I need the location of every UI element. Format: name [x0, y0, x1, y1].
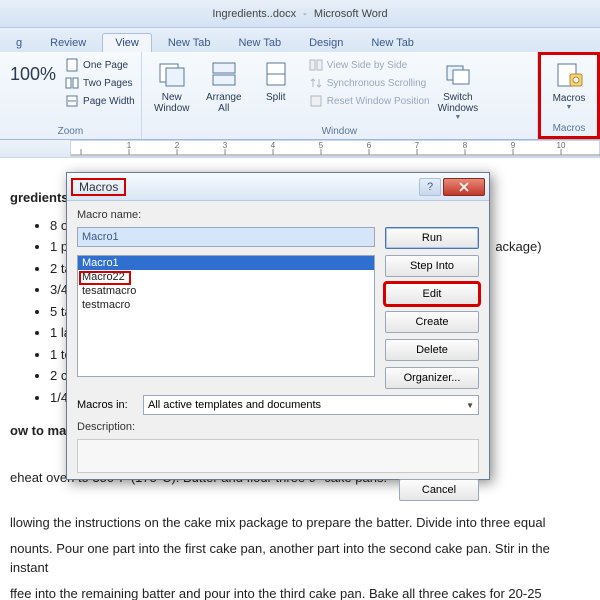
macros-in-label: Macros in: [77, 399, 137, 411]
macros-in-value: All active templates and documents [148, 399, 321, 411]
ribbon: 100% One Page Two Pages Page Width Zoom [0, 52, 600, 140]
macros-in-row: Macros in: All active templates and docu… [77, 395, 479, 415]
two-pages-button[interactable]: Two Pages [64, 74, 135, 92]
group-macros-label: Macros [545, 121, 593, 136]
group-zoom: 100% One Page Two Pages Page Width Zoom [0, 52, 142, 139]
title-separator: - [303, 8, 307, 20]
app-name: Microsoft Word [314, 8, 388, 20]
macro-list-item[interactable]: testmacro [78, 298, 374, 312]
paragraph: ffee into the remaining batter and pour … [10, 584, 590, 600]
page-width-label: Page Width [83, 96, 135, 107]
macros-button[interactable]: Macros ▼ [545, 57, 593, 113]
split-button[interactable]: Split [252, 56, 300, 105]
side-by-side-label: View Side by Side [327, 60, 407, 71]
page-width-icon [64, 93, 80, 109]
svg-text:8: 8 [463, 141, 468, 150]
help-icon: ? [427, 181, 433, 193]
macro-list-item[interactable]: tesatmacro [78, 284, 374, 298]
help-button[interactable]: ? [419, 178, 441, 196]
delete-button[interactable]: Delete [385, 339, 479, 361]
svg-text:5: 5 [319, 141, 324, 150]
new-window-icon [156, 58, 188, 90]
title-bar: Ingredients..docx - Microsoft Word [0, 0, 600, 28]
arrange-all-button[interactable]: Arrange All [200, 56, 248, 116]
new-window-label: New Window [154, 92, 190, 114]
svg-text:9: 9 [511, 141, 516, 150]
description-box [77, 439, 479, 473]
macro-list-item[interactable]: Macro22 [78, 270, 374, 284]
dialog-title-highlight: Macros [71, 178, 126, 196]
macro-list[interactable]: Macro1 Macro22 tesatmacro testmacro [77, 255, 375, 377]
one-page-icon [64, 57, 80, 73]
side-by-side-icon [308, 57, 324, 73]
macro-list-item[interactable]: Macro1 [78, 256, 374, 270]
run-button[interactable]: Run [385, 227, 479, 249]
group-zoom-label: Zoom [6, 124, 135, 139]
document-name: Ingredients..docx [212, 8, 296, 20]
organizer-button[interactable]: Organizer... [385, 367, 479, 389]
svg-text:1: 1 [127, 141, 132, 150]
dialog-titlebar[interactable]: Macros ? [67, 173, 489, 201]
cancel-button[interactable]: Cancel [399, 479, 479, 501]
tab-review[interactable]: Review [38, 34, 98, 52]
description-label: Description: [77, 421, 479, 433]
sync-scroll-label: Synchronous Scrolling [327, 78, 427, 89]
macro-name-label: Macro name: [77, 209, 375, 221]
tab-new-3[interactable]: New Tab [359, 34, 426, 52]
group-window-label: Window [148, 124, 531, 139]
create-button[interactable]: Create [385, 311, 479, 333]
svg-text:3: 3 [223, 141, 228, 150]
tab-new-2[interactable]: New Tab [226, 34, 293, 52]
zoom-percent[interactable]: 100% [6, 56, 60, 93]
sync-scrolling-button: Synchronous Scrolling [308, 74, 430, 92]
new-window-button[interactable]: New Window [148, 56, 196, 116]
one-page-label: One Page [83, 60, 128, 71]
switch-windows-icon [442, 58, 474, 90]
macros-dialog: Macros ? Macro name: Run Macro1 Macro22 … [66, 172, 490, 480]
two-pages-label: Two Pages [83, 78, 132, 89]
ribbon-tabs: g Review View New Tab New Tab Design New… [0, 28, 600, 52]
page-width-button[interactable]: Page Width [64, 92, 135, 110]
arrange-all-label: Arrange All [206, 92, 242, 114]
one-page-button[interactable]: One Page [64, 56, 135, 74]
view-side-by-side-button[interactable]: View Side by Side [308, 56, 430, 74]
edit-button[interactable]: Edit [385, 283, 479, 305]
macro-name-input[interactable] [77, 227, 375, 247]
split-icon [260, 58, 292, 90]
svg-text:2: 2 [175, 141, 180, 150]
tab-new-1[interactable]: New Tab [156, 34, 223, 52]
ruler[interactable]: 1 2 3 4 5 6 7 8 9 10 [0, 140, 600, 158]
reset-pos-label: Reset Window Position [327, 96, 430, 107]
ruler-scale: 1 2 3 4 5 6 7 8 9 10 [70, 140, 600, 157]
arrange-all-icon [208, 58, 240, 90]
two-pages-icon [64, 75, 80, 91]
chevron-down-icon: ▼ [566, 104, 573, 111]
group-macros: Macros ▼ Macros [538, 52, 600, 139]
tab-view[interactable]: View [102, 33, 152, 52]
reset-pos-icon [308, 93, 324, 109]
close-button[interactable] [443, 178, 485, 196]
macros-in-select[interactable]: All active templates and documents ▼ [143, 395, 479, 415]
close-icon [458, 182, 470, 192]
split-label: Split [266, 92, 285, 103]
chevron-down-icon: ▼ [454, 114, 461, 121]
tab-design[interactable]: Design [297, 34, 355, 52]
tab-partial[interactable]: g [4, 34, 34, 52]
reset-position-button: Reset Window Position [308, 92, 430, 110]
macros-label: Macros [553, 93, 586, 104]
svg-text:7: 7 [415, 141, 420, 150]
sync-scroll-icon [308, 75, 324, 91]
svg-text:4: 4 [271, 141, 276, 150]
svg-text:10: 10 [557, 141, 566, 150]
switch-windows-button[interactable]: Switch Windows ▼ [434, 56, 483, 123]
paragraph: llowing the instructions on the cake mix… [10, 513, 590, 533]
macros-icon [553, 59, 585, 91]
step-into-button[interactable]: Step Into [385, 255, 479, 277]
group-window: New Window Arrange All Split View Side b… [142, 52, 538, 139]
switch-windows-label: Switch Windows [438, 92, 479, 114]
chevron-down-icon: ▼ [466, 401, 474, 410]
svg-text:6: 6 [367, 141, 372, 150]
paragraph: nounts. Pour one part into the first cak… [10, 539, 590, 578]
dialog-title: Macros [73, 178, 124, 196]
